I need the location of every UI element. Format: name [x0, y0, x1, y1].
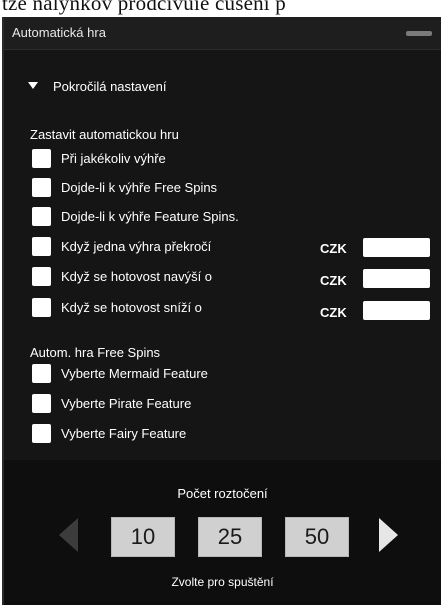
- stop-option-feature-spins-win[interactable]: Dojde-li k výhře Feature Spins.: [32, 207, 432, 226]
- panel-titlebar: Automatická hra: [4, 17, 441, 50]
- spin-count-option[interactable]: 10: [111, 517, 175, 557]
- checkbox[interactable]: [32, 364, 51, 383]
- start-hint: Zvolte pro spuštění: [171, 575, 274, 589]
- option-label: Dojde-li k výhře Feature Spins.: [61, 209, 239, 224]
- checkbox[interactable]: [32, 298, 51, 317]
- autoplay-panel: Automatická hra Pokročilá nastavení Zast…: [2, 17, 441, 605]
- option-label: Když se hotovost navýší o: [61, 269, 213, 284]
- stop-option-free-spins-win[interactable]: Dojde-li k výhře Free Spins: [32, 178, 432, 197]
- option-label: Při jakékoliv výhře: [61, 151, 166, 166]
- spin-count-option[interactable]: 50: [285, 517, 349, 557]
- checkbox[interactable]: [32, 149, 51, 168]
- balance-decrease-amount-input[interactable]: [363, 301, 430, 320]
- option-label: Vyberte Mermaid Feature: [61, 366, 208, 381]
- currency-label: CZK: [320, 305, 347, 320]
- minimize-button[interactable]: [406, 31, 432, 36]
- stop-option-any-win[interactable]: Při jakékoliv výhře: [32, 149, 432, 168]
- free-spins-option-fairy[interactable]: Vyberte Fairy Feature: [32, 424, 432, 443]
- free-spins-section-label: Autom. hra Free Spins: [30, 345, 161, 360]
- background-page-text: tze nalynkov prodcivuie cuseni p: [2, 0, 286, 15]
- checkbox[interactable]: [32, 237, 51, 256]
- arrow-right-icon[interactable]: [379, 518, 398, 552]
- advanced-settings-label: Pokročilá nastavení: [53, 79, 167, 94]
- spin-count-section: Počet roztočení 10 25 50 Zvolte pro spuš…: [4, 460, 441, 605]
- currency-label: CZK: [320, 241, 347, 256]
- free-spins-option-pirate[interactable]: Vyberte Pirate Feature: [32, 394, 432, 413]
- stop-section-label: Zastavit automatickou hru: [30, 127, 179, 142]
- spin-count-option[interactable]: 25: [198, 517, 262, 557]
- checkbox[interactable]: [32, 178, 51, 197]
- option-label: Když jedna výhra překročí: [61, 239, 212, 254]
- option-label: Dojde-li k výhře Free Spins: [61, 180, 218, 195]
- triangle-down-icon: [28, 82, 38, 89]
- option-label: Vyberte Pirate Feature: [61, 396, 192, 411]
- checkbox[interactable]: [32, 267, 51, 286]
- single-win-amount-input[interactable]: [363, 238, 430, 257]
- checkbox[interactable]: [32, 394, 51, 413]
- spin-count-title: Počet roztočení: [177, 486, 268, 501]
- balance-increase-amount-input[interactable]: [363, 269, 430, 288]
- checkbox[interactable]: [32, 424, 51, 443]
- checkbox[interactable]: [32, 207, 51, 226]
- option-label: Když se hotovost sníží o: [61, 300, 202, 315]
- panel-title: Automatická hra: [12, 25, 106, 40]
- arrow-left-icon[interactable]: [59, 518, 78, 552]
- option-label: Vyberte Fairy Feature: [61, 426, 187, 441]
- currency-label: CZK: [320, 273, 347, 288]
- free-spins-option-mermaid[interactable]: Vyberte Mermaid Feature: [32, 364, 432, 383]
